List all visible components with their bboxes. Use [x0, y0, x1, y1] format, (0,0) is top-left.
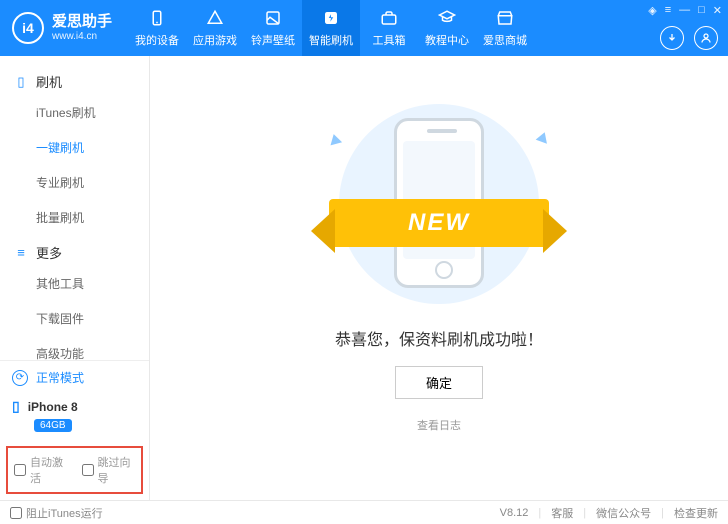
checkbox-label: 跳过向导 — [98, 454, 136, 486]
nav-label: 铃声壁纸 — [251, 32, 295, 48]
refresh-icon: ⟳ — [12, 370, 28, 386]
app-logo: i4 爱思助手 www.i4.cn — [0, 12, 124, 44]
nav-flash[interactable]: 智能刷机 — [302, 0, 360, 56]
checkbox-label: 阻止iTunes运行 — [26, 505, 103, 521]
store-icon — [495, 8, 515, 28]
device-name: iPhone 8 — [28, 400, 78, 414]
more-icon: ≡ — [14, 245, 28, 260]
new-ribbon: NEW — [329, 199, 549, 247]
nav-label: 我的设备 — [135, 32, 179, 48]
minimize-icon[interactable]: — — [679, 4, 690, 17]
success-message: 恭喜您，保资料刷机成功啦！ — [335, 326, 543, 350]
sidebar-item-batch-flash[interactable]: 批量刷机 — [0, 200, 149, 235]
nav-toolbox[interactable]: 工具箱 — [360, 0, 418, 56]
section-label: 刷机 — [36, 72, 62, 91]
logo-icon: i4 — [12, 12, 44, 44]
toolbox-icon — [379, 8, 399, 28]
sidebar-item-other-tools[interactable]: 其他工具 — [0, 266, 149, 301]
wallpaper-icon — [263, 8, 283, 28]
sidebar-item-pro-flash[interactable]: 专业刷机 — [0, 165, 149, 200]
sidebar-item-advanced[interactable]: 高级功能 — [0, 336, 149, 360]
apps-icon — [205, 8, 225, 28]
nav-label: 智能刷机 — [309, 32, 353, 48]
sidebar-item-itunes-flash[interactable]: iTunes刷机 — [0, 95, 149, 130]
view-log-link[interactable]: 查看日志 — [417, 417, 461, 433]
nav-apps[interactable]: 应用游戏 — [186, 0, 244, 56]
auto-activate-checkbox[interactable]: 自动激活 — [14, 454, 68, 486]
nav-label: 教程中心 — [425, 32, 469, 48]
highlighted-options: 自动激活 跳过向导 — [6, 446, 143, 494]
nav-label: 爱思商城 — [483, 32, 527, 48]
nav-tutorials[interactable]: 教程中心 — [418, 0, 476, 56]
phone-icon: ▯ — [12, 398, 20, 415]
skip-guide-checkbox[interactable]: 跳过向导 — [82, 454, 136, 486]
device-icon — [147, 8, 167, 28]
nav-label: 工具箱 — [373, 32, 406, 48]
section-label: 更多 — [36, 243, 62, 262]
version-text: V8.12 — [500, 507, 529, 519]
nav-my-device[interactable]: 我的设备 — [128, 0, 186, 56]
maximize-icon[interactable]: □ — [698, 4, 705, 17]
skin-icon[interactable]: ◈ — [648, 4, 656, 17]
tutorial-icon — [437, 8, 457, 28]
brand-name: 爱思助手 — [52, 13, 112, 31]
menu-icon[interactable]: ≡ — [665, 4, 671, 17]
nav-store[interactable]: 爱思商城 — [476, 0, 534, 56]
checkbox-label: 自动激活 — [30, 454, 68, 486]
sidebar-item-download-firmware[interactable]: 下载固件 — [0, 301, 149, 336]
sidebar-section-more: ≡ 更多 — [0, 235, 149, 266]
nav-ringtones[interactable]: 铃声壁纸 — [244, 0, 302, 56]
confirm-button[interactable]: 确定 — [395, 366, 483, 399]
nav-label: 应用游戏 — [193, 32, 237, 48]
status-text: 正常模式 — [36, 369, 84, 386]
wechat-link[interactable]: 微信公众号 — [596, 505, 651, 521]
download-button[interactable] — [660, 26, 684, 50]
sidebar-item-oneclick-flash[interactable]: 一键刷机 — [0, 130, 149, 165]
user-button[interactable] — [694, 26, 718, 50]
close-icon[interactable]: ✕ — [713, 4, 722, 17]
block-itunes-checkbox[interactable]: 阻止iTunes运行 — [10, 505, 103, 521]
brand-url: www.i4.cn — [52, 31, 112, 43]
phone-icon: ▯ — [14, 74, 28, 90]
check-update-link[interactable]: 检查更新 — [674, 505, 718, 521]
support-link[interactable]: 客服 — [551, 505, 573, 521]
success-illustration: NEW — [309, 104, 569, 304]
flash-icon — [321, 8, 341, 28]
device-info[interactable]: ▯ iPhone 8 64GB — [0, 394, 149, 442]
sidebar-section-flash: ▯ 刷机 — [0, 64, 149, 95]
storage-badge: 64GB — [34, 419, 72, 432]
device-mode-status[interactable]: ⟳ 正常模式 — [0, 361, 149, 394]
